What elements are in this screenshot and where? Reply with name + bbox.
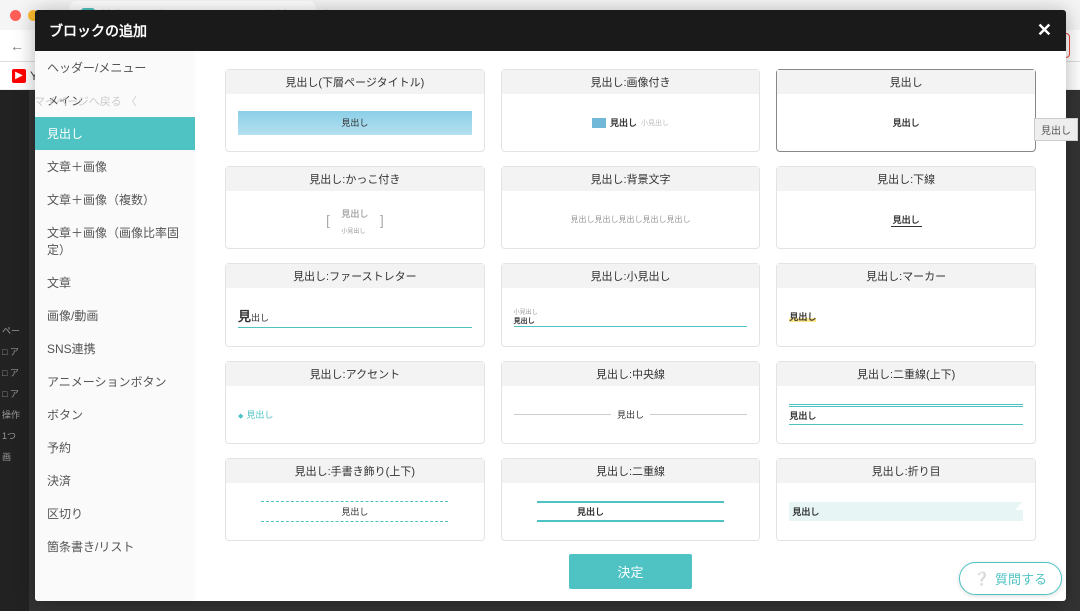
block-card[interactable]: 見出し:背景文字 見出し見出し見出し見出し見出し bbox=[501, 166, 761, 249]
block-card-preview: 小見出し見出し bbox=[502, 288, 760, 345]
block-card[interactable]: 見出し:中央線 見出し bbox=[501, 361, 761, 444]
category-item[interactable]: アニメーションボタン bbox=[35, 365, 195, 398]
category-item[interactable]: 区切り bbox=[35, 497, 195, 530]
block-card[interactable]: 見出し:かっこ付き [見出し小見出し] bbox=[225, 166, 485, 249]
block-card[interactable]: 見出し:二重線(上下) 見出し bbox=[776, 361, 1036, 444]
block-card[interactable]: 見出し:アクセント 見出し bbox=[225, 361, 485, 444]
block-card[interactable]: 見出し(下層ページタイトル) 見出し bbox=[225, 69, 485, 152]
block-card-preview: 見出し bbox=[226, 483, 484, 540]
block-card-title: 見出し bbox=[777, 70, 1035, 94]
category-item[interactable]: 文章＋画像（画像比率固定） bbox=[35, 216, 195, 266]
category-item[interactable]: 決済 bbox=[35, 464, 195, 497]
block-card-title: 見出し:二重線 bbox=[502, 459, 760, 483]
block-card-title: 見出し:ファーストレター bbox=[226, 264, 484, 288]
block-card-title: 見出し:中央線 bbox=[502, 362, 760, 386]
block-card[interactable]: 見出し:ファーストレター 見出し bbox=[225, 263, 485, 346]
block-card-title: 見出し:マーカー bbox=[777, 264, 1035, 288]
block-card-title: 見出し:画像付き bbox=[502, 70, 760, 94]
block-card-preview: 見出し bbox=[502, 483, 760, 540]
modal-footer: 決定 bbox=[195, 554, 1066, 589]
category-item[interactable]: 画像/動画 bbox=[35, 299, 195, 332]
block-card[interactable]: 見出し 見出し bbox=[776, 69, 1036, 152]
block-card-title: 見出し:手書き飾り(上下) bbox=[226, 459, 484, 483]
block-card-preview: 見出し bbox=[777, 483, 1035, 540]
category-item[interactable]: 予約 bbox=[35, 431, 195, 464]
mypage-back-link[interactable]: マイページへ戻る〈 bbox=[29, 90, 142, 112]
category-item[interactable]: ヘッダー/メニュー bbox=[35, 51, 195, 84]
block-card-preview: 見出し小見出し bbox=[502, 94, 760, 151]
modal-header: ブロックの追加 ✕ bbox=[35, 10, 1066, 51]
category-list: ヘッダー/メニューメイン見出し文章＋画像文章＋画像（複数）文章＋画像（画像比率固… bbox=[35, 51, 195, 601]
category-item[interactable]: 箇条書き/リスト bbox=[35, 530, 195, 563]
category-item[interactable]: 文章 bbox=[35, 266, 195, 299]
category-item[interactable]: 文章＋画像（複数） bbox=[35, 183, 195, 216]
decide-button[interactable]: 決定 bbox=[569, 554, 691, 589]
category-item[interactable]: 見出し bbox=[35, 117, 195, 150]
block-card-title: 見出し:二重線(上下) bbox=[777, 362, 1035, 386]
block-card[interactable]: 見出し:手書き飾り(上下) 見出し bbox=[225, 458, 485, 541]
modal-close-button[interactable]: ✕ bbox=[1037, 20, 1052, 41]
back-button[interactable]: ← bbox=[10, 38, 24, 54]
chevron-left-icon: 〈 bbox=[126, 93, 137, 109]
block-card[interactable]: 見出し:小見出し 小見出し見出し bbox=[501, 263, 761, 346]
block-card-title: 見出し:アクセント bbox=[226, 362, 484, 386]
help-icon: ❔ bbox=[974, 571, 990, 587]
block-card-title: 見出し:背景文字 bbox=[502, 167, 760, 191]
block-grid: 見出し(下層ページタイトル) 見出し見出し:画像付き 見出し小見出し見出し 見出… bbox=[195, 51, 1066, 601]
modal-title: ブロックの追加 bbox=[49, 21, 147, 41]
block-card-preview: [見出し小見出し] bbox=[226, 191, 484, 248]
block-card-preview: 見出し見出し見出し見出し見出し bbox=[502, 191, 760, 248]
block-card-preview: 見出し bbox=[226, 386, 484, 443]
block-card-title: 見出し:かっこ付き bbox=[226, 167, 484, 191]
block-card-preview: 見出し bbox=[777, 191, 1035, 248]
help-button[interactable]: ❔ 質問する bbox=[959, 562, 1062, 595]
add-block-modal: ブロックの追加 ✕ ヘッダー/メニューメイン見出し文章＋画像文章＋画像（複数）文… bbox=[35, 10, 1066, 601]
block-card-title: 見出し:小見出し bbox=[502, 264, 760, 288]
block-card[interactable]: 見出し:折り目 見出し bbox=[776, 458, 1036, 541]
yt-icon: ▶ bbox=[12, 69, 26, 83]
category-item[interactable]: ボタン bbox=[35, 398, 195, 431]
close-window[interactable] bbox=[10, 10, 21, 21]
block-card[interactable]: 見出し:画像付き 見出し小見出し bbox=[501, 69, 761, 152]
block-card-preview: 見出し bbox=[226, 94, 484, 151]
block-card-preview: 見出し bbox=[777, 386, 1035, 443]
block-card[interactable]: 見出し:二重線 見出し bbox=[501, 458, 761, 541]
block-card-title: 見出し:折り目 bbox=[777, 459, 1035, 483]
category-item[interactable]: 文章＋画像 bbox=[35, 150, 195, 183]
block-card-title: 見出し:下線 bbox=[777, 167, 1035, 191]
block-card-preview: 見出し bbox=[777, 94, 1035, 151]
block-card-preview: 見出し bbox=[777, 288, 1035, 345]
block-card-title: 見出し(下層ページタイトル) bbox=[226, 70, 484, 94]
block-card[interactable]: 見出し:下線 見出し bbox=[776, 166, 1036, 249]
block-card[interactable]: 見出し:マーカー 見出し bbox=[776, 263, 1036, 346]
hover-tooltip: 見出し bbox=[1034, 118, 1078, 141]
block-card-preview: 見出し bbox=[226, 288, 484, 345]
category-item[interactable]: SNS連携 bbox=[35, 332, 195, 365]
block-card-preview: 見出し bbox=[502, 386, 760, 443]
left-rail: ペー□ ア□ ア□ ア操作1つ画 bbox=[0, 90, 29, 611]
